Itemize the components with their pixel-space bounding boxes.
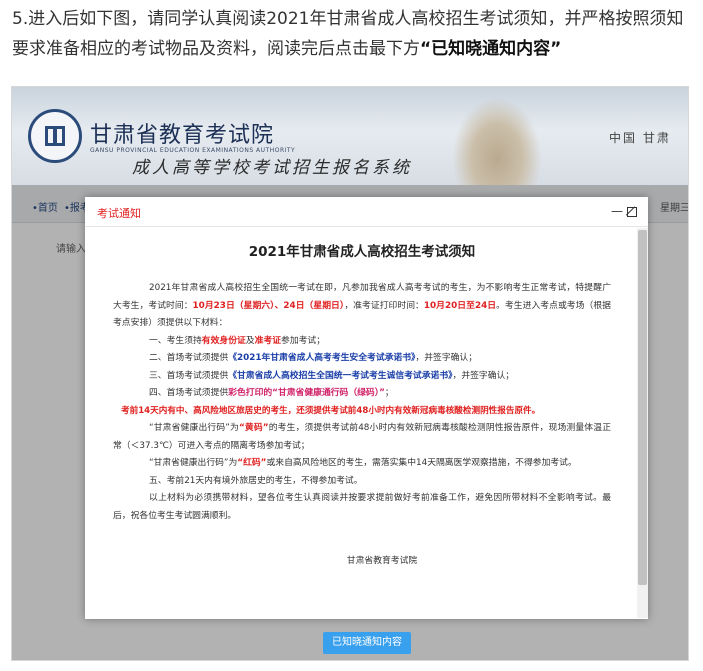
notice-item-3: 三、首场考试须提供《甘肃省成人高校招生全国统一考试考生诚信考试承诺书》，并签字确… [149,370,515,381]
notice-item-2: 二、首场考试须提供《2021年甘肃省成人高考考生安全考试承诺书》，并签字确认； [149,353,478,363]
acknowledge-button[interactable]: 已知晓通知内容 [323,632,411,654]
dialog-header: 考试通知 — [85,197,648,227]
scrollbar-thumb[interactable] [638,230,647,585]
statue-image [452,97,542,185]
notice-red-code: “甘肃省健康出行码”为“红码”或来自高风险地区的考生，需落实集中14天隔离医学观… [149,458,577,468]
region-label: 中国 甘肃 [609,131,671,145]
site-banner: 甘肃省教育考试院 GANSU PROVINCIAL EDUCATION EXAM… [12,87,688,185]
notice-yellow-code: “甘肃省健康出行码”为“黄码”的考生，须提供考试前48小时内有效新冠病毒核酸检测… [113,423,611,451]
notice-item-5: 五、考前21天内有境外旅居史的考生，不得参加考试。 [149,475,363,486]
dialog-body[interactable]: 2021年甘肃省成人高校招生考试须知 2021年甘肃省成人高校招生全国统一考试在… [85,228,637,618]
dialog-scrollbar[interactable] [637,228,648,618]
notice-title: 2021年甘肃省成人高校招生考试须知 [248,244,476,260]
intro-bold: “已知晓通知内容” [420,39,562,59]
notice-warning: 考前14天内有中、高风险地区旅居史的考生，还须提供考试前48小时内有效新冠病毒核… [121,405,541,416]
notice-signature: 甘肃省教育考试院 [346,556,418,566]
org-name: 甘肃省教育考试院 [90,123,275,148]
screenshot-frame: 甘肃省教育考试院 GANSU PROVINCIAL EDUCATION EXAM… [11,86,689,661]
notice-paragraph-intro: 2021年甘肃省成人高校招生全国统一考试在即，凡参加我省成人高考考试的考生，为不… [113,283,611,328]
notice-item-1: 一、考生须持有效身份证及准考证参加考试； [149,335,326,346]
maximize-icon[interactable] [627,207,637,217]
dialog-title: 考试通知 [97,207,141,220]
notice-item-4: 四、首场考试须提供彩色打印的“甘肃省健康通行码（绿码）”； [149,388,394,398]
exam-notice-dialog: 考试通知 — 2021年甘肃省成人高校招生考试须知 2021年甘肃省成人高校招生… [85,197,648,619]
system-name: 成人高等学校考试招生报名系统 [132,158,412,178]
minimize-icon[interactable]: — [611,205,623,218]
intro-body: 5.进入后如下图，请同学认真阅读2021年甘肃省成人高校招生考试须知，并严格按照… [12,9,684,59]
exam-authority-logo [28,109,82,163]
notice-closing: 以上材料为必须携带材料，望各位考生认真阅读并按要求提前做好考前准备工作，避免因所… [113,493,611,521]
intro-text: 5.进入后如下图，请同学认真阅读2021年甘肃省成人高校招生考试须知，并严格按照… [12,4,697,64]
